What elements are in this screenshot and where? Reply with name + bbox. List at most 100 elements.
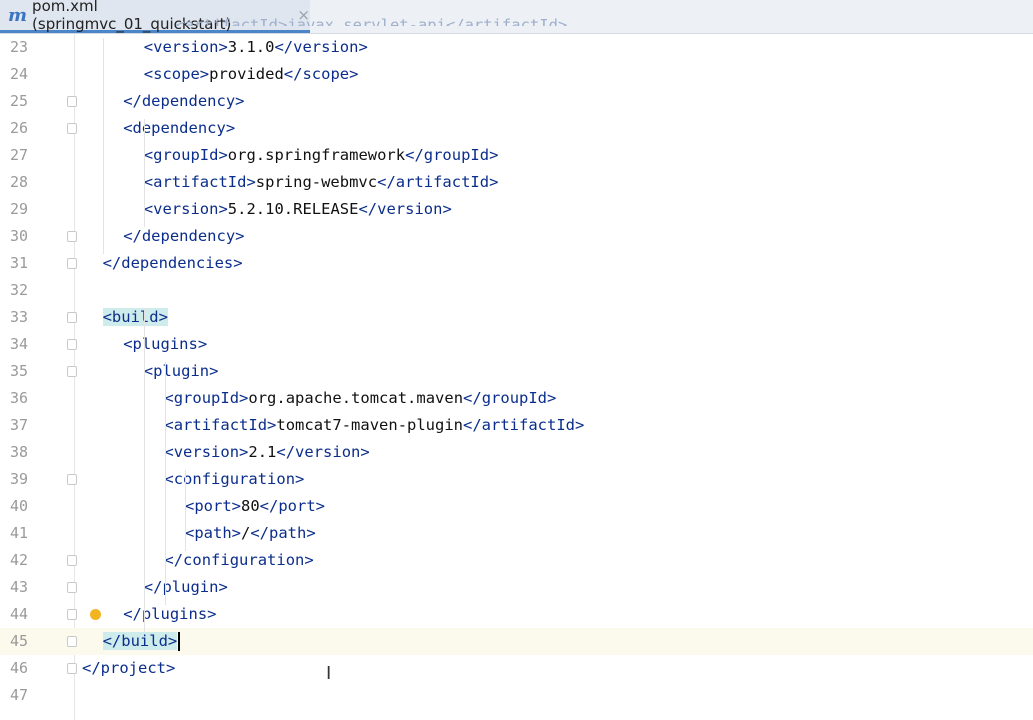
xml-close-tag: </dependency> bbox=[123, 92, 245, 110]
fold-marker-icon[interactable] bbox=[67, 258, 77, 269]
code-text: <version>5.2.10.RELEASE</version> bbox=[144, 196, 452, 223]
fold-marker-icon[interactable] bbox=[67, 555, 77, 566]
line-number: 46 bbox=[9, 659, 28, 677]
xml-text-value: provided bbox=[209, 65, 284, 83]
code-line: 29 <version>5.2.10.RELEASE</version> bbox=[0, 196, 1033, 223]
fold-marker-icon[interactable] bbox=[67, 312, 77, 323]
xml-close-tag: </scope> bbox=[283, 65, 359, 83]
text-cursor-icon: I bbox=[326, 663, 332, 684]
code-line: 46 </project> bbox=[0, 655, 1033, 682]
code-line: 40 <port>80</port> bbox=[0, 493, 1033, 520]
code-line: 45 </build> bbox=[0, 628, 1033, 655]
indent-guide bbox=[144, 308, 145, 632]
fold-marker-icon[interactable] bbox=[67, 96, 77, 107]
code-line: 24 <scope>provided</scope> bbox=[0, 61, 1033, 88]
line-number: 38 bbox=[9, 443, 28, 461]
caret bbox=[178, 632, 181, 651]
xml-close-tag: </version> bbox=[274, 38, 368, 56]
xml-close-tag: </build> bbox=[102, 632, 178, 650]
line-number: 39 bbox=[9, 470, 28, 488]
code-line: 43 </plugin> bbox=[0, 574, 1033, 601]
line-number: 45 bbox=[9, 632, 28, 650]
xml-close-tag: </artifactId> bbox=[463, 416, 585, 434]
xml-close-tag: </version> bbox=[358, 200, 452, 218]
code-text: <port>80</port> bbox=[185, 493, 325, 520]
code-line: 39 <configuration> bbox=[0, 466, 1033, 493]
fold-marker-icon[interactable] bbox=[67, 339, 77, 350]
xml-open-tag: <plugins> bbox=[123, 335, 208, 353]
code-line: 38 <version>2.1</version> bbox=[0, 439, 1033, 466]
xml-close-tag: </plugin> bbox=[143, 578, 228, 596]
line-number: 42 bbox=[9, 551, 28, 569]
indent-guide bbox=[185, 470, 186, 551]
xml-open-tag: <artifactId> bbox=[164, 416, 277, 434]
line-number: 34 bbox=[9, 335, 28, 353]
xml-close-tag: </project> bbox=[82, 659, 176, 677]
xml-close-tag: </configuration> bbox=[164, 551, 314, 569]
code-text: <dependency> bbox=[123, 115, 235, 142]
code-text: </plugins> bbox=[123, 601, 216, 628]
code-text: </configuration> bbox=[164, 547, 313, 574]
line-number: 40 bbox=[9, 497, 28, 515]
xml-text-value: 3.1.0 bbox=[227, 38, 275, 56]
indent-guide bbox=[103, 38, 104, 254]
line-number: 36 bbox=[9, 389, 28, 407]
fold-marker-icon[interactable] bbox=[67, 582, 77, 593]
fold-marker-icon[interactable] bbox=[67, 609, 77, 620]
xml-close-tag: </artifactId> bbox=[377, 173, 499, 191]
line-number: 35 bbox=[9, 362, 28, 380]
fold-marker-icon[interactable] bbox=[67, 474, 77, 485]
code-line: 26 <dependency> bbox=[0, 115, 1033, 142]
fold-marker-icon[interactable] bbox=[67, 663, 77, 674]
xml-open-tag: <version> bbox=[143, 38, 228, 56]
xml-open-tag: <dependency> bbox=[123, 119, 236, 137]
line-number: 25 bbox=[9, 92, 28, 110]
line-number: 30 bbox=[9, 227, 28, 245]
xml-text-value: org.springframework bbox=[227, 146, 406, 164]
code-line: 47 bbox=[0, 682, 1033, 709]
intention-bulb-icon[interactable] bbox=[90, 609, 101, 620]
xml-close-tag: </version> bbox=[276, 443, 370, 461]
fold-marker-icon[interactable] bbox=[67, 123, 77, 134]
xml-close-tag: </plugins> bbox=[123, 605, 217, 623]
code-text: <plugins> bbox=[123, 331, 207, 358]
xml-open-tag: <groupId> bbox=[143, 146, 228, 164]
code-line: 37 <artifactId>tomcat7-maven-plugin</arti… bbox=[0, 412, 1033, 439]
xml-text-value: 2.1 bbox=[248, 443, 277, 461]
line-number: 31 bbox=[9, 254, 28, 272]
xml-open-tag: <groupId> bbox=[164, 389, 249, 407]
xml-close-tag: </dependency> bbox=[123, 227, 245, 245]
code-line: 33 <build> bbox=[0, 304, 1033, 331]
code-line: 35 <plugin> bbox=[0, 358, 1033, 385]
line-number: 47 bbox=[9, 686, 28, 704]
xml-open-tag: <build> bbox=[102, 308, 168, 326]
xml-text-value: tomcat7-maven-plugin bbox=[276, 416, 464, 434]
code-line: 28 <artifactId>spring-webmvc</artifactId> bbox=[0, 169, 1033, 196]
xml-open-tag: <plugin> bbox=[143, 362, 219, 380]
code-line: 27 <groupId>org.springframework</groupId> bbox=[0, 142, 1033, 169]
code-line: 41 <path>/</path> bbox=[0, 520, 1033, 547]
code-text: </dependencies> bbox=[103, 250, 243, 277]
fold-marker-icon[interactable] bbox=[67, 366, 77, 377]
line-number: 23 bbox=[9, 38, 28, 56]
line-number: 24 bbox=[9, 65, 28, 83]
indent-guide bbox=[144, 119, 145, 227]
line-number: 26 bbox=[9, 119, 28, 137]
code-line: 36 <groupId>org.apache.tomcat.maven</grou… bbox=[0, 385, 1033, 412]
code-text: </plugin> bbox=[144, 574, 228, 601]
line-number: 44 bbox=[9, 605, 28, 623]
code-text: <path>/</path> bbox=[185, 520, 316, 547]
partial-code-line: <artifactId>javax.servlet-api</artifactI… bbox=[82, 16, 568, 26]
fold-marker-icon[interactable] bbox=[67, 231, 77, 242]
xml-close-tag: </port> bbox=[259, 497, 325, 515]
code-text: <build> bbox=[102, 304, 168, 331]
xml-open-tag: <artifactId> bbox=[143, 173, 256, 191]
xml-text-value: org.apache.tomcat.maven bbox=[248, 389, 464, 407]
code-text: <artifactId>tomcat7-maven-plugin</artifa… bbox=[164, 412, 584, 439]
xml-close-tag: </groupId> bbox=[463, 389, 557, 407]
fold-marker-icon[interactable] bbox=[67, 636, 77, 647]
xml-close-tag: </path> bbox=[250, 524, 316, 542]
line-number: 32 bbox=[9, 281, 28, 299]
code-editor[interactable]: 23 <version>3.1.0</version> 24 <scope>provi… bbox=[0, 34, 1033, 720]
line-number: 29 bbox=[9, 200, 28, 218]
